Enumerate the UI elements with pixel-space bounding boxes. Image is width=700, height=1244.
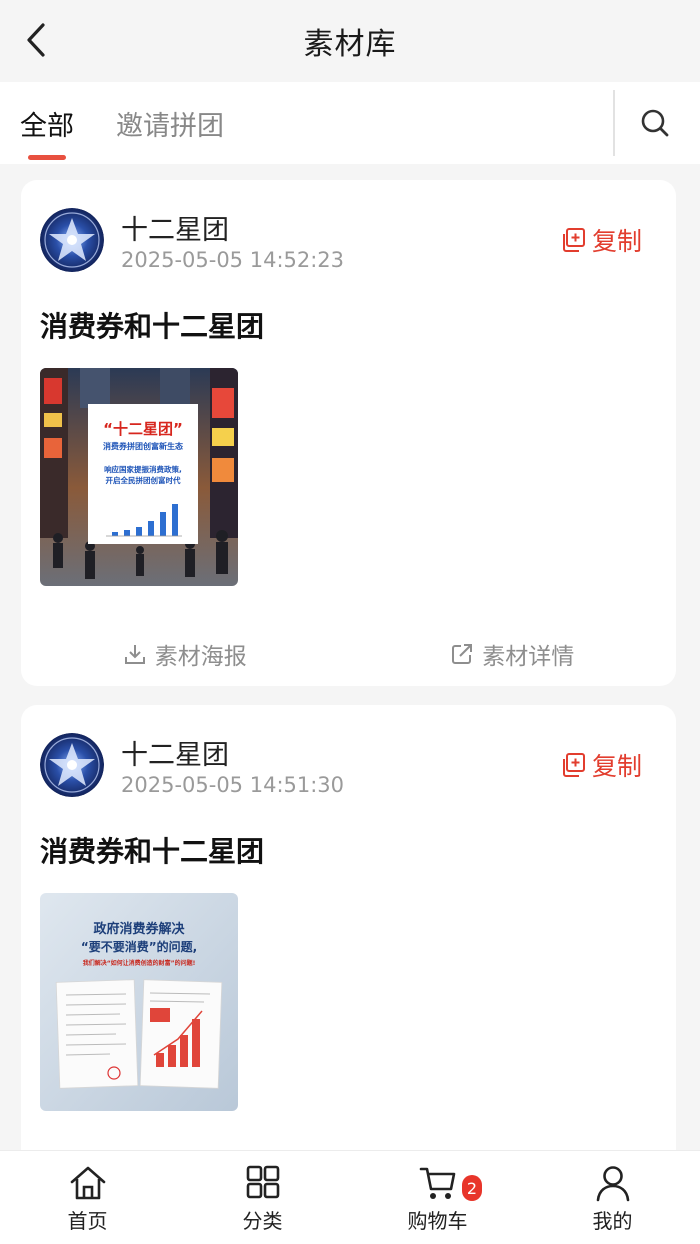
active-tab-indicator	[28, 155, 66, 160]
nav-cart[interactable]: 2 购物车	[350, 1151, 525, 1244]
nav-profile-label: 我的	[592, 1209, 633, 1233]
copy-icon	[562, 753, 585, 777]
search-button[interactable]	[630, 98, 680, 148]
copy-label: 复制	[591, 752, 642, 781]
tab-divider	[613, 90, 615, 156]
page-title: 素材库	[303, 27, 397, 62]
poster-label: 素材海报	[154, 644, 247, 670]
poster-button[interactable]: 素材海报	[21, 634, 349, 674]
material-card: 十二星团 2025-05-05 14:51:30 复制 消费券和十二星团 政府消…	[21, 705, 676, 1175]
tab-all[interactable]: 全部	[20, 82, 74, 164]
material-image[interactable]: “十二星团” 消费券拼团创富新生态 响应国家提振消费政策, 开启全民拼团创富时代	[40, 368, 238, 586]
image-subhead: 消费券拼团创富新生态	[103, 441, 183, 451]
material-card: 十二星团 2025-05-05 14:52:23 复制 消费券和十二星团 “十二…	[21, 180, 676, 686]
nav-cart-label: 购物车	[407, 1209, 468, 1233]
nav-profile[interactable]: 我的	[525, 1151, 700, 1244]
tab-all-label: 全部	[20, 110, 74, 142]
grid-icon	[246, 1165, 279, 1199]
image-line-2: “要不要消费”的问题,	[81, 939, 197, 954]
detail-button[interactable]: 素材详情	[349, 634, 677, 674]
post-timestamp: 2025-05-05 14:51:30	[121, 773, 345, 797]
bottom-nav: 首页 分类 2 购物车 我的	[0, 1150, 700, 1244]
nav-category-label: 分类	[242, 1209, 283, 1233]
avatar	[40, 733, 104, 797]
copy-icon	[562, 228, 585, 252]
external-link-icon	[452, 644, 473, 664]
chevron-left-icon	[27, 23, 45, 57]
image-line-3: 我们解决“如何让消费创造的财富”的问题!	[83, 959, 196, 967]
image-line-2: 开启全民拼团创富时代	[106, 475, 181, 485]
card-actions: 素材海报 素材详情	[21, 634, 676, 674]
search-icon	[641, 109, 669, 137]
image-line-1: 政府消费券解决	[93, 921, 185, 937]
author-name: 十二星团	[121, 740, 229, 771]
copy-button[interactable]: 复制	[560, 747, 642, 783]
copy-button[interactable]: 复制	[560, 222, 642, 258]
image-line-1: 响应国家提振消费政策,	[104, 464, 182, 474]
image-headline: “十二星团”	[103, 420, 183, 438]
cart-icon	[419, 1167, 455, 1199]
header: 素材库	[0, 0, 700, 82]
back-button[interactable]	[18, 20, 54, 60]
cart-count-badge: 2	[462, 1175, 482, 1201]
download-icon	[124, 645, 145, 664]
user-icon	[596, 1166, 629, 1202]
detail-label: 素材详情	[482, 644, 575, 670]
home-icon	[70, 1166, 105, 1200]
author-name: 十二星团	[121, 215, 229, 246]
nav-category[interactable]: 分类	[175, 1151, 350, 1244]
nav-home-label: 首页	[67, 1209, 108, 1233]
tab-bar: 全部 邀请拼团	[0, 82, 700, 164]
copy-label: 复制	[591, 227, 642, 256]
avatar	[40, 208, 104, 272]
post-title: 消费券和十二星团	[40, 835, 265, 868]
nav-home[interactable]: 首页	[0, 1151, 175, 1244]
app: 素材库 全部 邀请拼团 十二星团 2025-05-05 14:52:23 复制 …	[0, 0, 700, 1244]
tab-invite-group-label: 邀请拼团	[116, 110, 224, 142]
post-title: 消费券和十二星团	[40, 310, 265, 343]
material-image[interactable]: 政府消费券解决 “要不要消费”的问题, 我们解决“如何让消费创造的财富”的问题!	[40, 893, 238, 1111]
post-timestamp: 2025-05-05 14:52:23	[121, 248, 345, 272]
tab-invite-group[interactable]: 邀请拼团	[116, 82, 224, 164]
